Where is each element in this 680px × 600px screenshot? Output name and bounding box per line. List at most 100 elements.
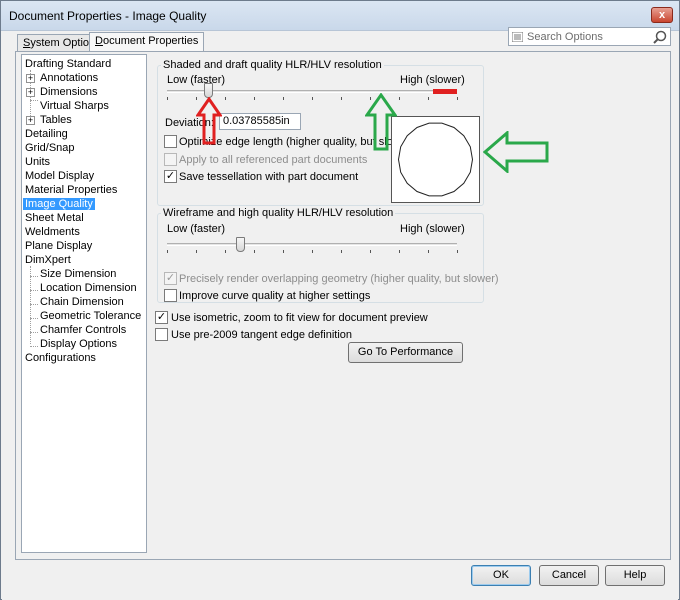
tessellation-preview bbox=[391, 116, 480, 203]
help-button[interactable]: Help bbox=[605, 565, 665, 586]
go-to-performance-button[interactable]: Go To Performance bbox=[348, 342, 463, 363]
tab-label: ocument Properties bbox=[102, 35, 199, 47]
apply-referenced-checkbox[interactable] bbox=[164, 153, 177, 166]
tree-line bbox=[30, 346, 38, 347]
close-button[interactable]: x bbox=[651, 7, 673, 23]
check-icon: ✓ bbox=[165, 170, 176, 182]
shaded-quality-slider[interactable] bbox=[203, 83, 213, 98]
slider-tick bbox=[399, 97, 400, 100]
slider-tick bbox=[254, 97, 255, 100]
search-box[interactable]: Search Options bbox=[508, 27, 671, 46]
slider-tick bbox=[167, 250, 168, 253]
slider-tick bbox=[167, 97, 168, 100]
check-icon: ✓ bbox=[156, 311, 167, 323]
slider-tick bbox=[457, 97, 458, 100]
save-tessellation-label: Save tessellation with part document bbox=[179, 171, 359, 183]
apply-referenced-label: Apply to all referenced part documents bbox=[179, 154, 368, 166]
improve-curve-checkbox[interactable] bbox=[164, 289, 177, 302]
tree-item-model-display[interactable]: Model Display bbox=[25, 170, 94, 183]
tree-item-size-dimension[interactable]: Size Dimension bbox=[40, 268, 116, 281]
shaded-group-title: Shaded and draft quality HLR/HLV resolut… bbox=[161, 59, 384, 71]
tree-line bbox=[30, 276, 38, 277]
slider-tick bbox=[457, 250, 458, 253]
tree-item-image-quality[interactable]: Image Quality bbox=[23, 198, 95, 211]
ok-button[interactable]: OK bbox=[471, 565, 531, 586]
slider-tick bbox=[225, 97, 226, 100]
slider-tick bbox=[341, 97, 342, 100]
wireframe-slider-track bbox=[167, 243, 457, 246]
tree-line bbox=[30, 304, 38, 305]
tree-line bbox=[30, 100, 38, 101]
tree-item-chain-dimension[interactable]: Chain Dimension bbox=[40, 296, 124, 309]
tree-item-chamfer-controls[interactable]: Chamfer Controls bbox=[40, 324, 126, 337]
slider-tick bbox=[312, 250, 313, 253]
slider-tick bbox=[428, 250, 429, 253]
tab-document-properties[interactable]: Document Properties bbox=[89, 32, 205, 52]
optimize-edge-checkbox[interactable] bbox=[164, 135, 177, 148]
tree-item-weldments[interactable]: Weldments bbox=[25, 226, 80, 239]
list-icon bbox=[512, 32, 523, 42]
tree-item-units[interactable]: Units bbox=[25, 156, 50, 169]
expand-icon[interactable]: + bbox=[26, 116, 35, 125]
tree-item-material-properties[interactable]: Material Properties bbox=[25, 184, 117, 197]
search-icon[interactable] bbox=[653, 30, 667, 44]
tree-line bbox=[30, 318, 38, 319]
slider-tick bbox=[370, 250, 371, 253]
tab-accelerator: D bbox=[95, 35, 103, 47]
slider-tick bbox=[283, 97, 284, 100]
slider-tick bbox=[399, 250, 400, 253]
isometric-preview-label: Use isometric, zoom to fit view for docu… bbox=[171, 312, 428, 324]
shaded-high-label: High (slower) bbox=[400, 74, 465, 86]
dialog-window: Document Properties - Image Quality x Sy… bbox=[0, 0, 680, 600]
deviation-label: Deviation: bbox=[165, 117, 214, 129]
tree-item-plane-display[interactable]: Plane Display bbox=[25, 240, 92, 253]
slider-tick bbox=[225, 250, 226, 253]
slider-tick bbox=[196, 97, 197, 100]
polygon-circle-preview bbox=[397, 122, 474, 197]
check-icon: ✓ bbox=[165, 272, 176, 284]
slider-tick bbox=[341, 250, 342, 253]
wireframe-group-title: Wireframe and high quality HLR/HLV resol… bbox=[161, 207, 396, 219]
tree-line bbox=[30, 290, 38, 291]
precisely-render-label: Precisely render overlapping geometry (h… bbox=[179, 273, 499, 285]
isometric-preview-checkbox[interactable]: ✓ bbox=[155, 311, 168, 324]
tree-item-location-dimension[interactable]: Location Dimension bbox=[40, 282, 137, 295]
slider-tick bbox=[283, 250, 284, 253]
tree-item-grid-snap[interactable]: Grid/Snap bbox=[25, 142, 75, 155]
pre2009-tangent-label: Use pre-2009 tangent edge definition bbox=[171, 329, 353, 341]
tree-item-annotations[interactable]: Annotations bbox=[40, 72, 98, 85]
deviation-input[interactable]: 0.03785585in bbox=[219, 113, 301, 130]
options-tree[interactable]: Drafting Standard + Annotations + Dimens… bbox=[21, 54, 147, 553]
tree-item-virtual-sharps[interactable]: Virtual Sharps bbox=[40, 100, 109, 113]
expand-icon[interactable]: + bbox=[26, 74, 35, 83]
slider-tick bbox=[370, 97, 371, 100]
pre2009-tangent-checkbox[interactable] bbox=[155, 328, 168, 341]
tree-item-tables[interactable]: Tables bbox=[40, 114, 72, 127]
wireframe-low-label: Low (faster) bbox=[167, 223, 226, 235]
precisely-render-checkbox[interactable]: ✓ bbox=[164, 272, 177, 285]
optimize-edge-label: Optimize edge length (higher quality, bu… bbox=[179, 136, 415, 148]
tree-line bbox=[30, 332, 38, 333]
slider-tick bbox=[428, 97, 429, 100]
slider-tick bbox=[196, 250, 197, 253]
wireframe-high-label: High (slower) bbox=[400, 223, 465, 235]
tree-item-dimxpert[interactable]: DimXpert bbox=[25, 254, 71, 267]
close-icon: x bbox=[658, 9, 666, 21]
save-tessellation-checkbox[interactable]: ✓ bbox=[164, 170, 177, 183]
tree-item-configurations[interactable]: Configurations bbox=[25, 352, 96, 365]
tree-item-geometric-tolerance[interactable]: Geometric Tolerance bbox=[40, 310, 141, 323]
search-input[interactable]: Search Options bbox=[527, 31, 603, 43]
shaded-low-label: Low (faster) bbox=[167, 74, 226, 86]
expand-icon[interactable]: + bbox=[26, 88, 35, 97]
tree-item-sheet-metal[interactable]: Sheet Metal bbox=[25, 212, 84, 225]
shaded-slider-high-zone bbox=[433, 89, 457, 94]
wireframe-quality-slider[interactable] bbox=[235, 237, 245, 252]
window-title: Document Properties - Image Quality bbox=[9, 9, 207, 23]
improve-curve-label: Improve curve quality at higher settings bbox=[179, 290, 371, 302]
tree-item-detailing[interactable]: Detailing bbox=[25, 128, 68, 141]
slider-tick bbox=[254, 250, 255, 253]
cancel-button[interactable]: Cancel bbox=[539, 565, 599, 586]
tree-item-display-options[interactable]: Display Options bbox=[40, 338, 117, 351]
tree-item-dimensions[interactable]: Dimensions bbox=[40, 86, 97, 99]
tree-item-drafting-standard[interactable]: Drafting Standard bbox=[25, 58, 111, 71]
